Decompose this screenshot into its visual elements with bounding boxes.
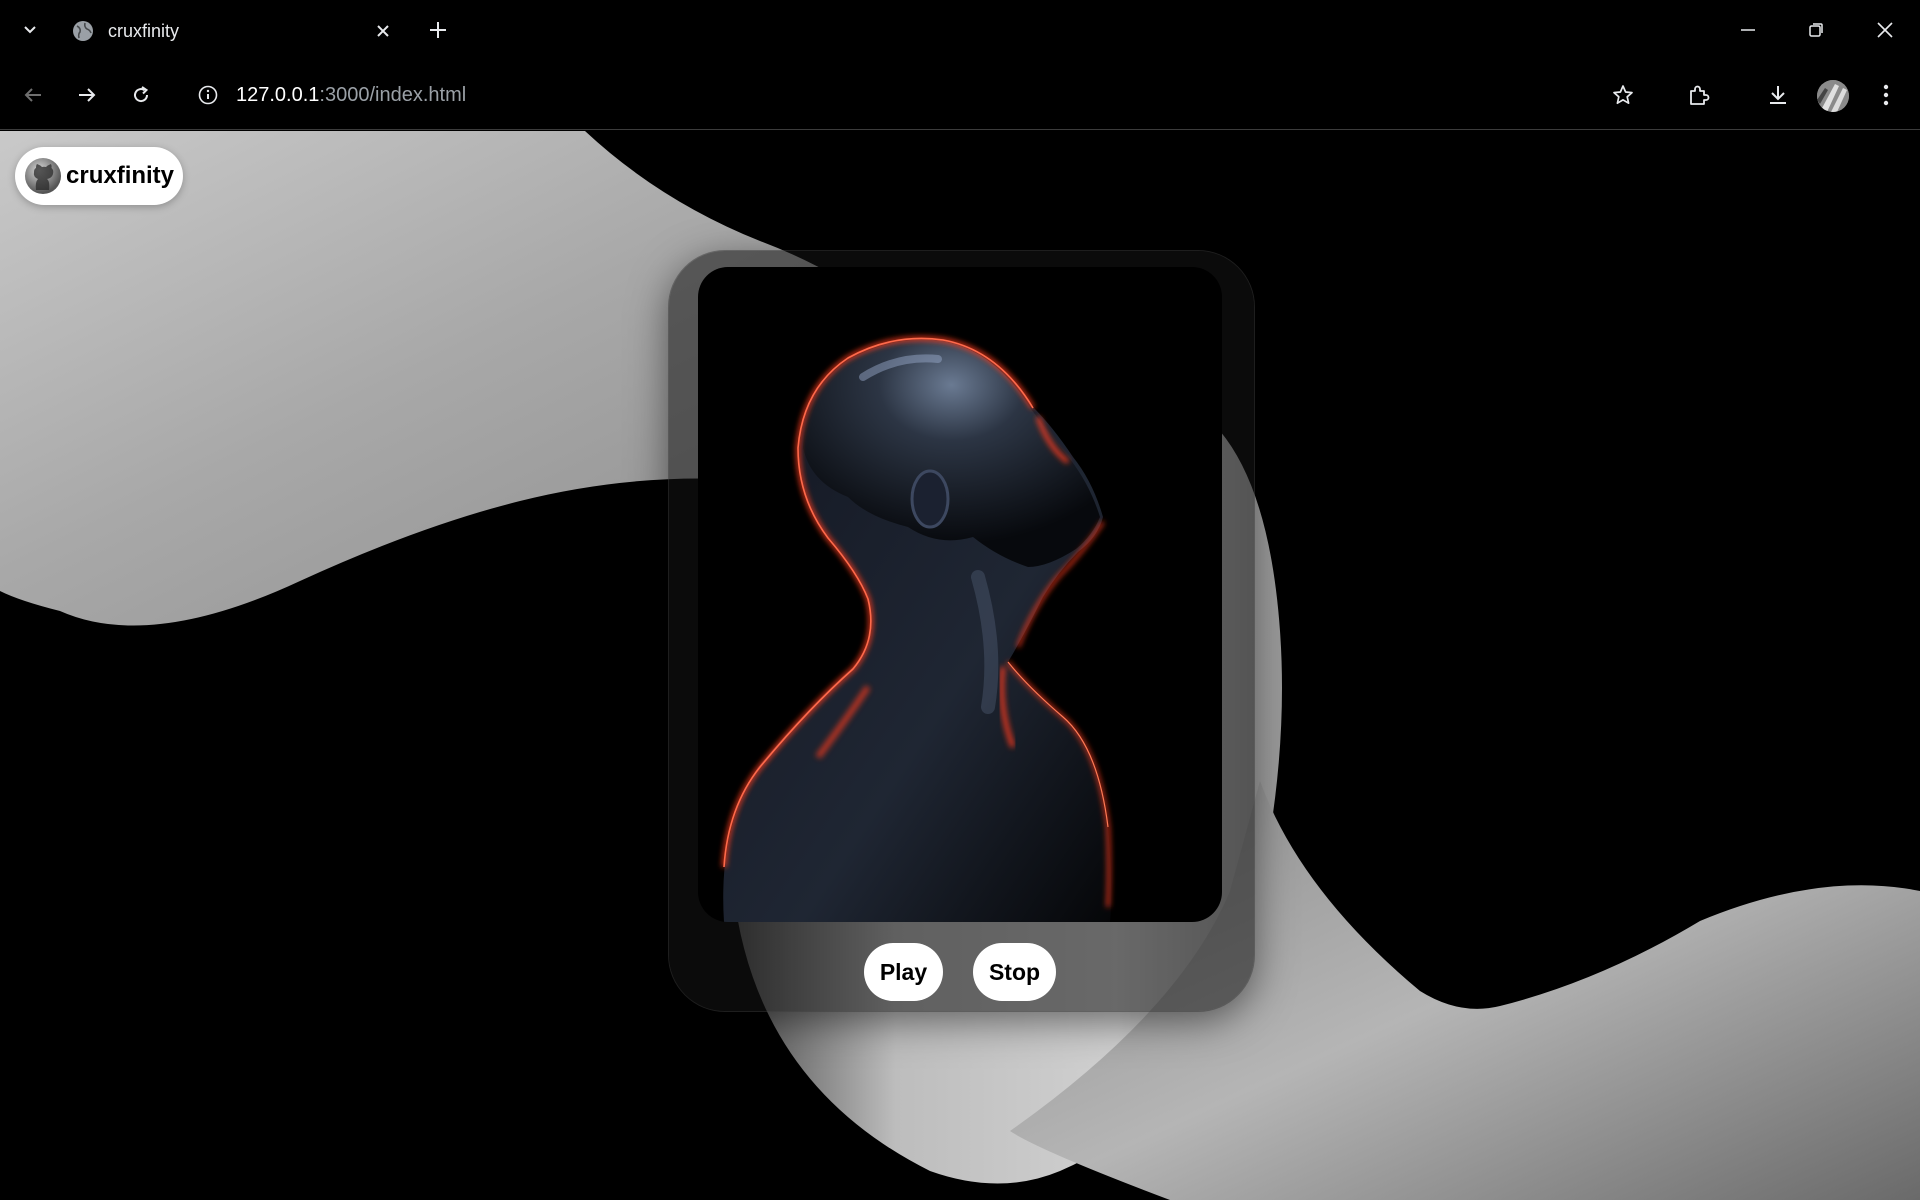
url-text: 127.0.0.1:3000/index.html <box>236 84 466 107</box>
site-info-icon[interactable] <box>196 83 220 107</box>
menu-icon[interactable] <box>1868 77 1904 113</box>
profile-avatar[interactable] <box>1817 80 1849 112</box>
play-button[interactable]: Play <box>864 943 943 1001</box>
tab-title: cruxfinity <box>108 21 180 41</box>
browser-toolbar: 127.0.0.1:3000/index.html <box>0 60 1920 130</box>
github-icon <box>25 158 61 194</box>
globe-icon <box>73 21 93 41</box>
back-icon[interactable] <box>15 77 51 113</box>
url-path: :3000/index.html <box>319 84 467 106</box>
browser-tab[interactable]: cruxfinity <box>58 8 404 52</box>
brand-name: cruxfinity <box>66 162 175 189</box>
address-bar[interactable]: 127.0.0.1:3000/index.html <box>186 72 1566 118</box>
close-icon[interactable] <box>370 18 396 44</box>
brand-link[interactable]: cruxfinity <box>15 147 184 205</box>
window-close-icon[interactable] <box>1863 10 1907 50</box>
extensions-icon[interactable] <box>1681 77 1717 113</box>
tab-list-icon[interactable] <box>14 16 46 44</box>
artwork-image <box>698 267 1222 922</box>
stop-button[interactable]: Stop <box>973 943 1056 1001</box>
minimize-icon[interactable] <box>1726 10 1770 50</box>
plus-icon[interactable] <box>422 14 454 46</box>
restore-icon[interactable] <box>1794 10 1838 50</box>
url-host: 127.0.0.1 <box>236 84 320 106</box>
tab-bar: cruxfinity <box>0 0 1920 60</box>
download-icon[interactable] <box>1760 77 1796 113</box>
forward-icon[interactable] <box>69 77 105 113</box>
page-viewport: cruxfinity Play Stop <box>0 131 1920 1200</box>
reload-icon[interactable] <box>123 77 159 113</box>
star-icon[interactable] <box>1605 77 1641 113</box>
